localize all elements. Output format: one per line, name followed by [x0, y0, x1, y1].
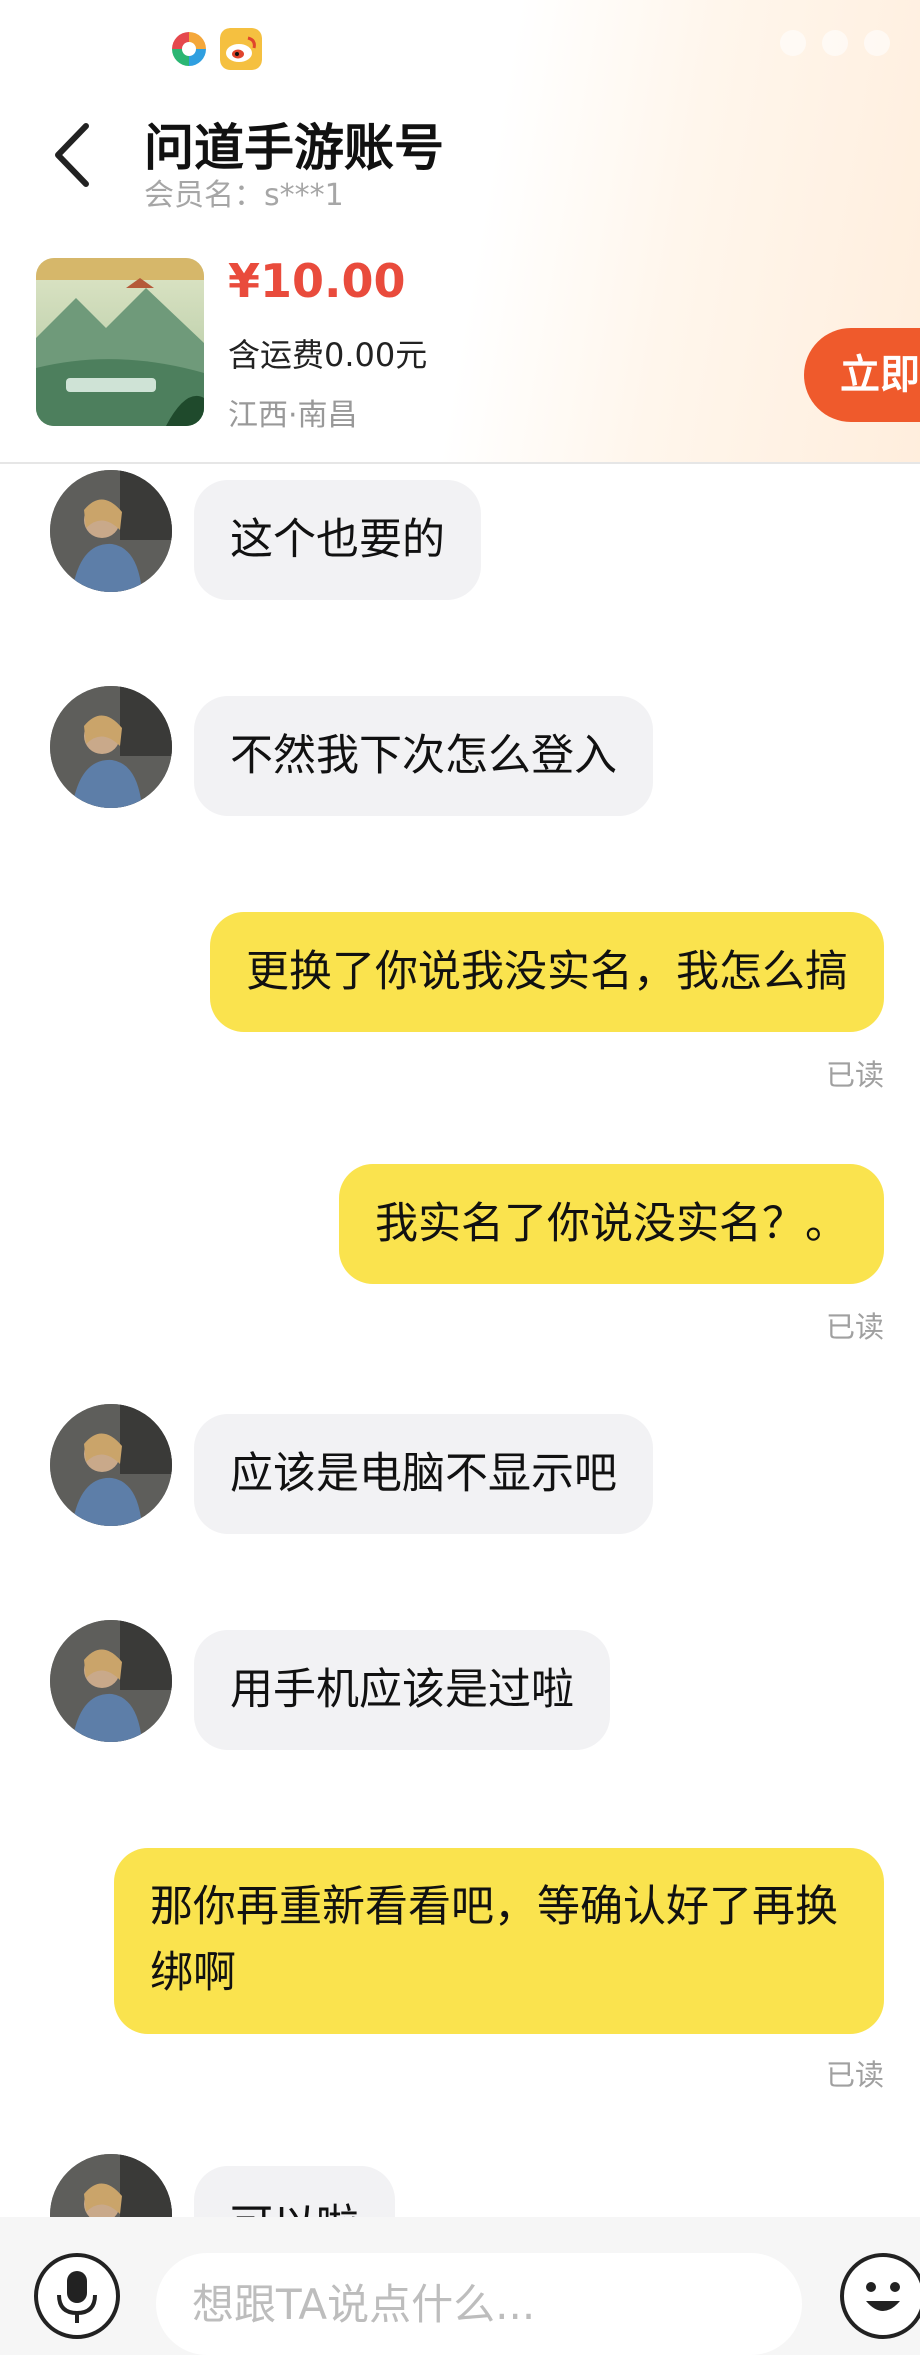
- emoji-icon: [866, 2282, 900, 2311]
- emoji-button[interactable]: [840, 2253, 920, 2339]
- chat-screen: 问道手游账号 会员名：s***1 ¥10.00 含运费0.00元 江西·南昌 立…: [0, 0, 920, 2355]
- incoming-message: 用手机应该是过啦: [194, 1630, 610, 1750]
- read-status: 已读: [825, 1058, 884, 1092]
- message-list[interactable]: 这个也要的 不然我下次怎么登入 更换了你说我没实名，我怎么搞 已读 我实名了你说…: [0, 462, 920, 2217]
- contact-avatar[interactable]: [50, 1404, 172, 1526]
- microphone-icon: [57, 2271, 97, 2323]
- item-price: ¥10.00: [228, 254, 406, 308]
- contact-avatar[interactable]: [50, 470, 172, 592]
- chat-header: 问道手游账号 会员名：s***1 ¥10.00 含运费0.00元 江西·南昌 立…: [0, 0, 920, 464]
- member-name: 会员名：s***1: [144, 178, 344, 213]
- incoming-message: 可以啦: [194, 2166, 395, 2217]
- input-bar: [0, 2217, 920, 2355]
- status-bar-system-icons: [780, 30, 890, 56]
- item-thumbnail[interactable]: [36, 258, 204, 426]
- back-button[interactable]: [46, 118, 102, 192]
- outgoing-message: 那你再重新看看吧，等确认好了再换绑啊: [114, 1848, 884, 2034]
- item-location: 江西·南昌: [228, 398, 358, 433]
- status-icon: [780, 30, 806, 56]
- chevron-left-icon: [55, 123, 89, 187]
- incoming-message: 这个也要的: [194, 480, 481, 600]
- weibo-icon: [220, 28, 262, 70]
- contact-avatar[interactable]: [50, 686, 172, 808]
- incoming-message: 不然我下次怎么登入: [194, 696, 653, 816]
- outgoing-message: 更换了你说我没实名，我怎么搞: [210, 912, 884, 1032]
- contact-avatar[interactable]: [50, 1620, 172, 1742]
- voice-button[interactable]: [34, 2253, 120, 2339]
- item-shipping: 含运费0.00元: [228, 336, 428, 374]
- buy-now-button[interactable]: 立即: [804, 328, 920, 422]
- read-status: 已读: [825, 2058, 884, 2092]
- status-icon: [864, 30, 890, 56]
- status-icon: [822, 30, 848, 56]
- app-multicolor-icon: [168, 28, 210, 70]
- status-bar-apps: [168, 28, 262, 70]
- contact-avatar[interactable]: [50, 2154, 172, 2217]
- message-input[interactable]: [156, 2253, 802, 2355]
- read-status: 已读: [825, 1310, 884, 1344]
- outgoing-message: 我实名了你说没实名？。: [339, 1164, 884, 1284]
- incoming-message: 应该是电脑不显示吧: [194, 1414, 653, 1534]
